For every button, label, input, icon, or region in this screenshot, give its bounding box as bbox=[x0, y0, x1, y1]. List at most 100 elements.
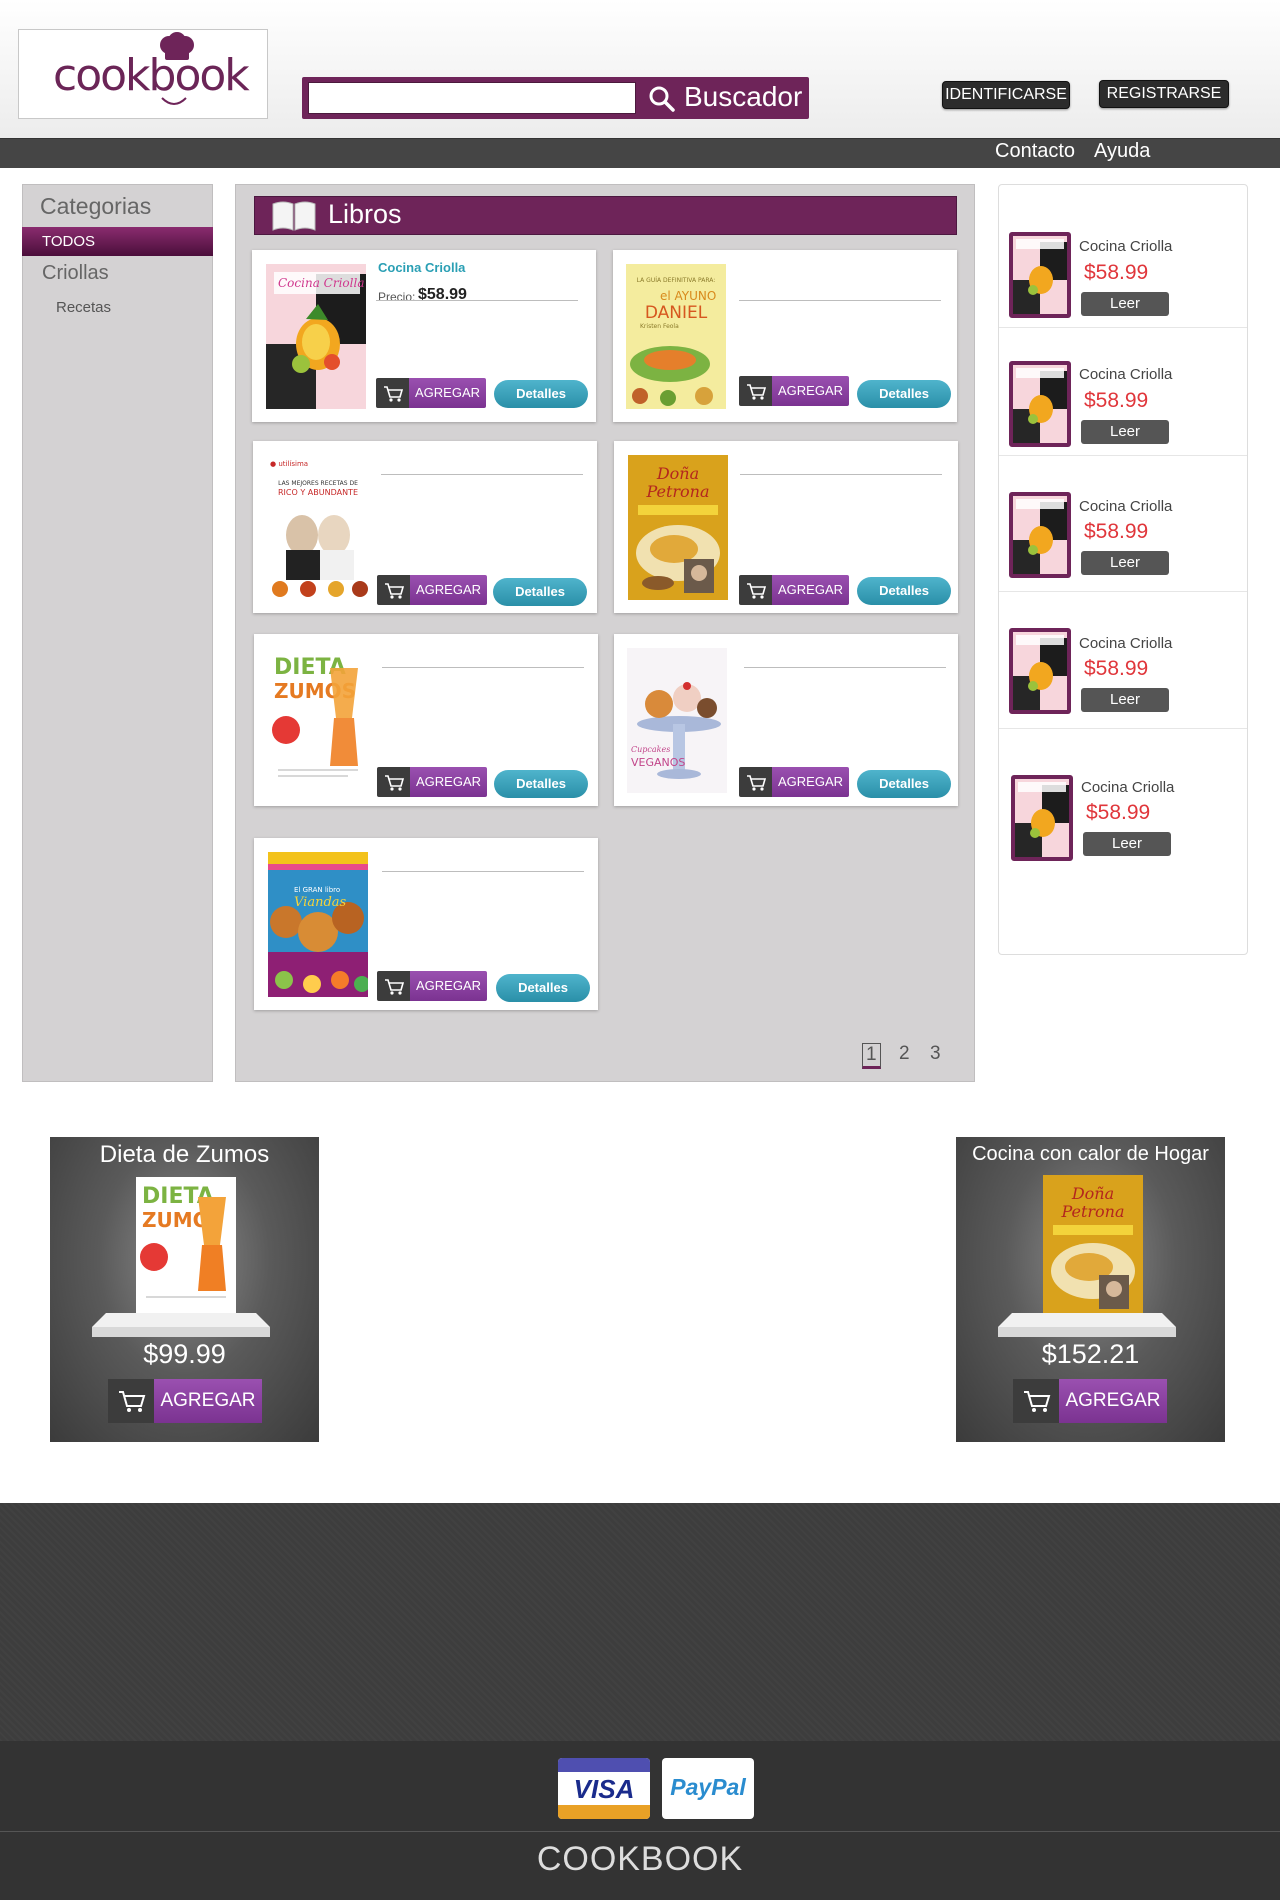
visa-label: VISA bbox=[573, 1774, 635, 1804]
svg-text:LA GUÍA DEFINITIVA PARA:: LA GUÍA DEFINITIVA PARA: bbox=[637, 277, 716, 284]
book-cover-image bbox=[1015, 779, 1069, 857]
sidebar-book-cover[interactable] bbox=[1009, 492, 1071, 578]
book-cover-rico-abundante[interactable]: ● utilísima LAS MEJORES RECETAS DE RICO … bbox=[268, 455, 368, 600]
category-item-todos[interactable]: TODOS bbox=[22, 227, 213, 256]
login-button[interactable]: IDENTIFICARSE bbox=[942, 81, 1070, 109]
book-cover-image: Doña Petrona bbox=[1043, 1175, 1143, 1315]
book-cover-image: Cocina Criolla bbox=[266, 264, 366, 409]
svg-text:Cupcakes: Cupcakes bbox=[631, 745, 670, 754]
register-button[interactable]: REGISTRARSE bbox=[1099, 80, 1229, 108]
cart-icon bbox=[384, 386, 404, 402]
logo[interactable]: cookbook bbox=[18, 29, 268, 119]
add-to-cart-button[interactable]: AGREGAR bbox=[739, 767, 849, 797]
book-cover-dona-petrona[interactable]: Doña Petrona bbox=[628, 455, 728, 600]
pagination-page-3[interactable]: 3 bbox=[930, 1043, 941, 1065]
pagination-page-1[interactable]: 1 bbox=[862, 1043, 881, 1069]
read-button[interactable]: Leer bbox=[1081, 551, 1169, 575]
divider bbox=[382, 871, 584, 872]
book-card: Cocina Criolla Cocina Criolla Precio: $5… bbox=[252, 250, 596, 422]
details-button[interactable]: Detalles bbox=[857, 770, 951, 798]
sidebar-book-title[interactable]: Cocina Criolla bbox=[1079, 635, 1172, 652]
nav-contact-link[interactable]: Contacto bbox=[995, 140, 1075, 163]
featured-sidebar: Cocina Criolla $58.99 Leer Cocina Crioll… bbox=[998, 184, 1248, 955]
book-cover-dieta-zumos[interactable]: DIETA ZUMOS bbox=[268, 648, 368, 793]
featured-cover[interactable]: Doña Petrona bbox=[1043, 1175, 1143, 1315]
sidebar-book-item: Cocina Criolla $58.99 Leer bbox=[999, 328, 1247, 456]
sidebar-book-price: $58.99 bbox=[1084, 657, 1149, 680]
sidebar-book-cover[interactable] bbox=[1009, 628, 1071, 714]
details-button[interactable]: Detalles bbox=[496, 974, 590, 1002]
footer-brand: COOKBOOK bbox=[536, 1840, 744, 1878]
cart-icon bbox=[747, 384, 767, 400]
read-button[interactable]: Leer bbox=[1081, 688, 1169, 712]
read-button[interactable]: Leer bbox=[1081, 420, 1169, 444]
category-item-criollas[interactable]: Criollas bbox=[42, 262, 109, 285]
add-to-cart-button[interactable]: AGREGAR bbox=[376, 378, 486, 408]
sidebar-book-item: Cocina Criolla $58.99 Leer bbox=[999, 729, 1247, 955]
featured-title: Cocina con calor de Hogar bbox=[972, 1143, 1209, 1165]
search-button-label: Buscador bbox=[684, 81, 803, 112]
footer bbox=[0, 1503, 1280, 1741]
book-title[interactable]: Cocina Criolla bbox=[378, 260, 465, 275]
sidebar-book-cover[interactable] bbox=[1009, 232, 1071, 318]
divider bbox=[739, 300, 941, 301]
read-button[interactable]: Leer bbox=[1083, 832, 1171, 856]
sidebar-book-cover[interactable] bbox=[1009, 361, 1071, 447]
svg-text:RICO Y ABUNDANTE: RICO Y ABUNDANTE bbox=[278, 488, 358, 497]
add-to-cart-label: AGREGAR bbox=[410, 575, 487, 605]
sidebar-book-title[interactable]: Cocina Criolla bbox=[1081, 779, 1174, 796]
shelf-icon bbox=[998, 1313, 1176, 1337]
add-to-cart-button[interactable]: AGREGAR bbox=[739, 575, 849, 605]
book-cover-image bbox=[1013, 365, 1067, 443]
nav-help-link[interactable]: Ayuda bbox=[1094, 140, 1150, 163]
featured-add-label: AGREGAR bbox=[1059, 1379, 1167, 1423]
cart-icon bbox=[747, 583, 767, 599]
details-button[interactable]: Detalles bbox=[857, 380, 951, 408]
sidebar-book-cover[interactable] bbox=[1011, 775, 1073, 861]
book-cover-image bbox=[1013, 632, 1067, 710]
search-button[interactable]: Buscador bbox=[640, 79, 806, 117]
book-card: Cupcakes VEGANOS AGREGAR Detalles bbox=[614, 634, 958, 806]
logo-text: cookbook bbox=[53, 50, 250, 101]
cart-icon bbox=[385, 979, 405, 995]
cart-icon bbox=[747, 775, 767, 791]
sidebar-book-title[interactable]: Cocina Criolla bbox=[1079, 238, 1172, 255]
svg-text:El GRAN libro: El GRAN libro bbox=[294, 886, 340, 894]
sidebar-book-title[interactable]: Cocina Criolla bbox=[1079, 366, 1172, 383]
add-to-cart-button[interactable]: AGREGAR bbox=[377, 575, 487, 605]
cart-icon bbox=[1024, 1391, 1051, 1412]
book-cover-cocina-criolla[interactable]: Cocina Criolla bbox=[266, 264, 366, 409]
book-cover-cupcakes-veganos[interactable]: Cupcakes VEGANOS bbox=[627, 648, 727, 793]
details-button[interactable]: Detalles bbox=[857, 577, 951, 605]
book-cover-gran-libro-viandas[interactable]: El GRAN libro Viandas bbox=[268, 852, 368, 997]
details-button[interactable]: Detalles bbox=[494, 380, 588, 408]
category-subitem-recetas[interactable]: Recetas bbox=[56, 299, 111, 316]
add-to-cart-button[interactable]: AGREGAR bbox=[377, 767, 487, 797]
add-to-cart-label: AGREGAR bbox=[410, 767, 487, 797]
details-button[interactable]: Detalles bbox=[493, 578, 587, 606]
divider bbox=[376, 300, 578, 301]
svg-text:LAS MEJORES RECETAS DE: LAS MEJORES RECETAS DE bbox=[278, 480, 358, 487]
details-button[interactable]: Detalles bbox=[494, 770, 588, 798]
add-to-cart-button[interactable]: AGREGAR bbox=[739, 376, 849, 406]
svg-text:Kristen Feola: Kristen Feola bbox=[640, 323, 679, 330]
cart-icon bbox=[119, 1391, 146, 1412]
svg-text:Petrona: Petrona bbox=[1060, 1202, 1124, 1221]
featured-add-button[interactable]: AGREGAR bbox=[1013, 1379, 1167, 1423]
add-to-cart-button[interactable]: AGREGAR bbox=[377, 971, 487, 1001]
featured-add-button[interactable]: AGREGAR bbox=[108, 1379, 262, 1423]
svg-text:Doña: Doña bbox=[1071, 1184, 1114, 1203]
svg-text:Viandas: Viandas bbox=[294, 895, 347, 910]
sidebar-book-item: Cocina Criolla $58.99 Leer bbox=[999, 456, 1247, 592]
book-price: $58.99 bbox=[418, 286, 467, 303]
search-input[interactable] bbox=[308, 82, 636, 114]
sidebar-book-title[interactable]: Cocina Criolla bbox=[1079, 498, 1172, 515]
book-cover-image: DIETA ZUMOS bbox=[268, 648, 368, 793]
divider bbox=[740, 474, 942, 475]
pagination-page-2[interactable]: 2 bbox=[899, 1043, 910, 1065]
visa-logo: VISA bbox=[558, 1758, 650, 1819]
svg-text:DANIEL: DANIEL bbox=[645, 303, 708, 323]
featured-cover[interactable]: DIETA ZUMOS bbox=[136, 1177, 236, 1317]
read-button[interactable]: Leer bbox=[1081, 292, 1169, 316]
book-cover-ayuno-daniel[interactable]: LA GUÍA DEFINITIVA PARA: el AYUNO DANIEL… bbox=[626, 264, 726, 409]
